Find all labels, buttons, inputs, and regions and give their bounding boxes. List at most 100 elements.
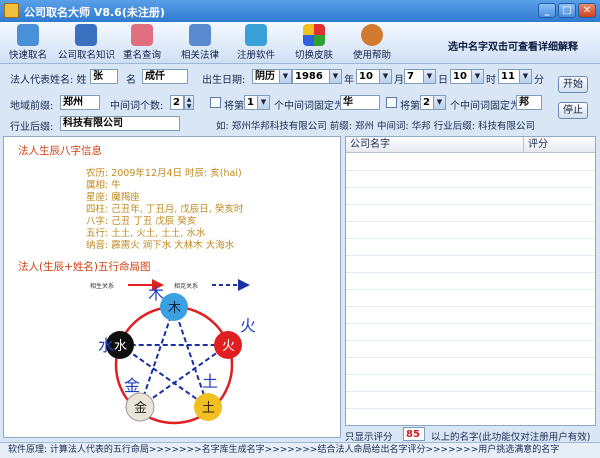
- double-click-hint: 选中名字双击可查看详细解释: [448, 42, 578, 53]
- fire-node-label: 火: [222, 339, 235, 354]
- fix-label-1: 将第: [224, 101, 244, 112]
- outer-label-earth: 土: [202, 372, 218, 391]
- calendar-select[interactable]: 阴历 ▼: [252, 69, 292, 84]
- minute-value: 11: [501, 71, 515, 82]
- law-book-icon: [189, 24, 211, 46]
- toolbar-label: 使用帮助: [352, 50, 391, 61]
- list-row: [346, 324, 595, 341]
- fix-index-select-1[interactable]: 1 ▼: [244, 95, 270, 110]
- list-row: [346, 341, 595, 358]
- day-unit: 日: [438, 75, 448, 86]
- list-row: [346, 171, 595, 188]
- month-unit: 月: [394, 75, 404, 86]
- window-title: 公司取名大师 V8.6(未注册): [24, 6, 165, 19]
- prefix-label: 地域前缀:: [10, 101, 54, 112]
- fix-index-select-2[interactable]: 2 ▼: [420, 95, 446, 110]
- chevron-down-icon: ▼: [279, 70, 291, 83]
- chevron-down-icon: ▼: [433, 96, 445, 109]
- score-input[interactable]: 85: [403, 427, 425, 441]
- water-node-label: 水: [114, 339, 127, 354]
- score-filter-label: 只显示评分: [345, 432, 393, 443]
- middle-count-spinner[interactable]: ▲ ▼: [184, 95, 194, 110]
- list-row: [346, 375, 595, 392]
- month-value: 10: [359, 71, 373, 82]
- skin-switch-button[interactable]: 切换皮肤: [292, 24, 336, 61]
- bazi-section-title: 法人生辰八字信息: [18, 145, 102, 157]
- app-icon: [4, 3, 19, 18]
- wuxing-diagram: 相生关系 相克关系 木 火 土 金 水 木 火 土 金 水: [90, 279, 256, 425]
- help-icon: [361, 24, 383, 46]
- surname-input[interactable]: 张: [90, 69, 118, 84]
- status-bar: 软件原理: 计算法人代表的五行命局>>>>>>>名字库生成名字>>>>>>>结合…: [0, 442, 600, 458]
- suffix-input[interactable]: 科技有限公司: [60, 116, 180, 131]
- column-header-score[interactable]: 评分: [524, 137, 595, 153]
- month-select[interactable]: 10 ▼: [356, 69, 392, 84]
- outer-label-water: 水: [98, 336, 114, 355]
- minute-select[interactable]: 11 ▼: [498, 69, 532, 84]
- example-text: 如: 郑州华邦科技有限公司 前缀: 郑州 中间词: 华邦 行业后缀: 科技有限公…: [216, 121, 535, 132]
- knowledge-button[interactable]: 公司取名知识: [58, 24, 116, 61]
- birth-date-label: 出生日期:: [202, 75, 246, 86]
- maximize-button[interactable]: □: [558, 3, 576, 18]
- chevron-down-icon: ▼: [257, 96, 269, 109]
- fix-checkbox-2[interactable]: [386, 97, 397, 108]
- outer-label-fire: 火: [240, 316, 256, 335]
- list-row: [346, 205, 595, 222]
- close-button[interactable]: ✕: [578, 3, 596, 18]
- minute-unit: 分: [534, 75, 544, 86]
- year-value: 1986: [295, 71, 323, 82]
- fix-value-input-1[interactable]: 华: [340, 95, 380, 110]
- wood-node-label: 木: [168, 301, 181, 316]
- earth-node-label: 土: [202, 401, 215, 416]
- score-filter-note: 以上的名字(此功能仅对注册用户有效): [431, 432, 591, 443]
- list-row: [346, 358, 595, 375]
- minimize-button[interactable]: _: [538, 3, 556, 18]
- fix-checkbox-1[interactable]: [210, 97, 221, 108]
- law-button[interactable]: 相关法律: [178, 24, 222, 61]
- bazi-line: 纳音: 霹雳火 涧下水 大林木 大海水: [86, 240, 235, 251]
- register-button[interactable]: 注册软件: [234, 24, 278, 61]
- quick-name-icon: [17, 24, 39, 46]
- fix-text-1: 个中间词固定为: [274, 101, 344, 112]
- given-name-label: 名: [126, 75, 136, 86]
- toolbar-label: 切换皮肤: [294, 50, 333, 61]
- wuxing-section-title: 法人(生辰+姓名)五行命局图: [18, 261, 151, 273]
- list-row: [346, 256, 595, 273]
- list-row: [346, 290, 595, 307]
- bazi-panel: 法人生辰八字信息 农历: 2009年12月4日 时辰: 亥(hai) 属相: 牛…: [3, 136, 341, 438]
- title-bar: 公司取名大师 V8.6(未注册) _ □ ✕: [0, 0, 600, 22]
- fix-label-2: 将第: [400, 101, 420, 112]
- chevron-down-icon: ▼: [329, 70, 341, 83]
- metal-node-label: 金: [134, 400, 147, 416]
- hour-select[interactable]: 10 ▼: [450, 69, 484, 84]
- day-value: 7: [407, 71, 414, 82]
- score-filter: 只显示评分 85 以上的名字(此功能仅对注册用户有效): [345, 427, 596, 443]
- start-button[interactable]: 开始: [558, 76, 588, 93]
- fix-value-input-2[interactable]: 邦: [516, 95, 542, 110]
- hour-value: 10: [453, 71, 467, 82]
- help-button[interactable]: 使用帮助: [350, 24, 394, 61]
- hour-unit: 时: [486, 75, 496, 86]
- middle-count-label: 中间词个数:: [110, 101, 164, 112]
- fix-index-value-1: 1: [247, 97, 254, 108]
- results-list[interactable]: 公司名字 评分: [345, 136, 596, 426]
- year-select[interactable]: 1986 ▼: [292, 69, 342, 84]
- list-row: [346, 222, 595, 239]
- day-select[interactable]: 7 ▼: [404, 69, 436, 84]
- quick-name-button[interactable]: 快速取名: [6, 24, 50, 61]
- given-name-input[interactable]: 成仟: [142, 69, 188, 84]
- outer-label-metal: 金: [124, 376, 140, 395]
- middle-count-input[interactable]: 2: [170, 95, 184, 110]
- toolbar-label: 公司取名知识: [58, 50, 116, 61]
- list-row: [346, 273, 595, 290]
- column-header-name[interactable]: 公司名字: [346, 137, 524, 153]
- stop-button[interactable]: 停止: [558, 102, 588, 119]
- duplicate-search-button[interactable]: 重名查询: [120, 24, 164, 61]
- skin-switch-icon: [303, 24, 325, 46]
- duplicate-search-icon: [131, 24, 153, 46]
- knowledge-book-icon: [75, 24, 97, 46]
- toolbar-label: 快速取名: [8, 50, 47, 61]
- fix-index-value-2: 2: [423, 97, 430, 108]
- prefix-input[interactable]: 郑州: [60, 95, 100, 110]
- list-row: [346, 154, 595, 171]
